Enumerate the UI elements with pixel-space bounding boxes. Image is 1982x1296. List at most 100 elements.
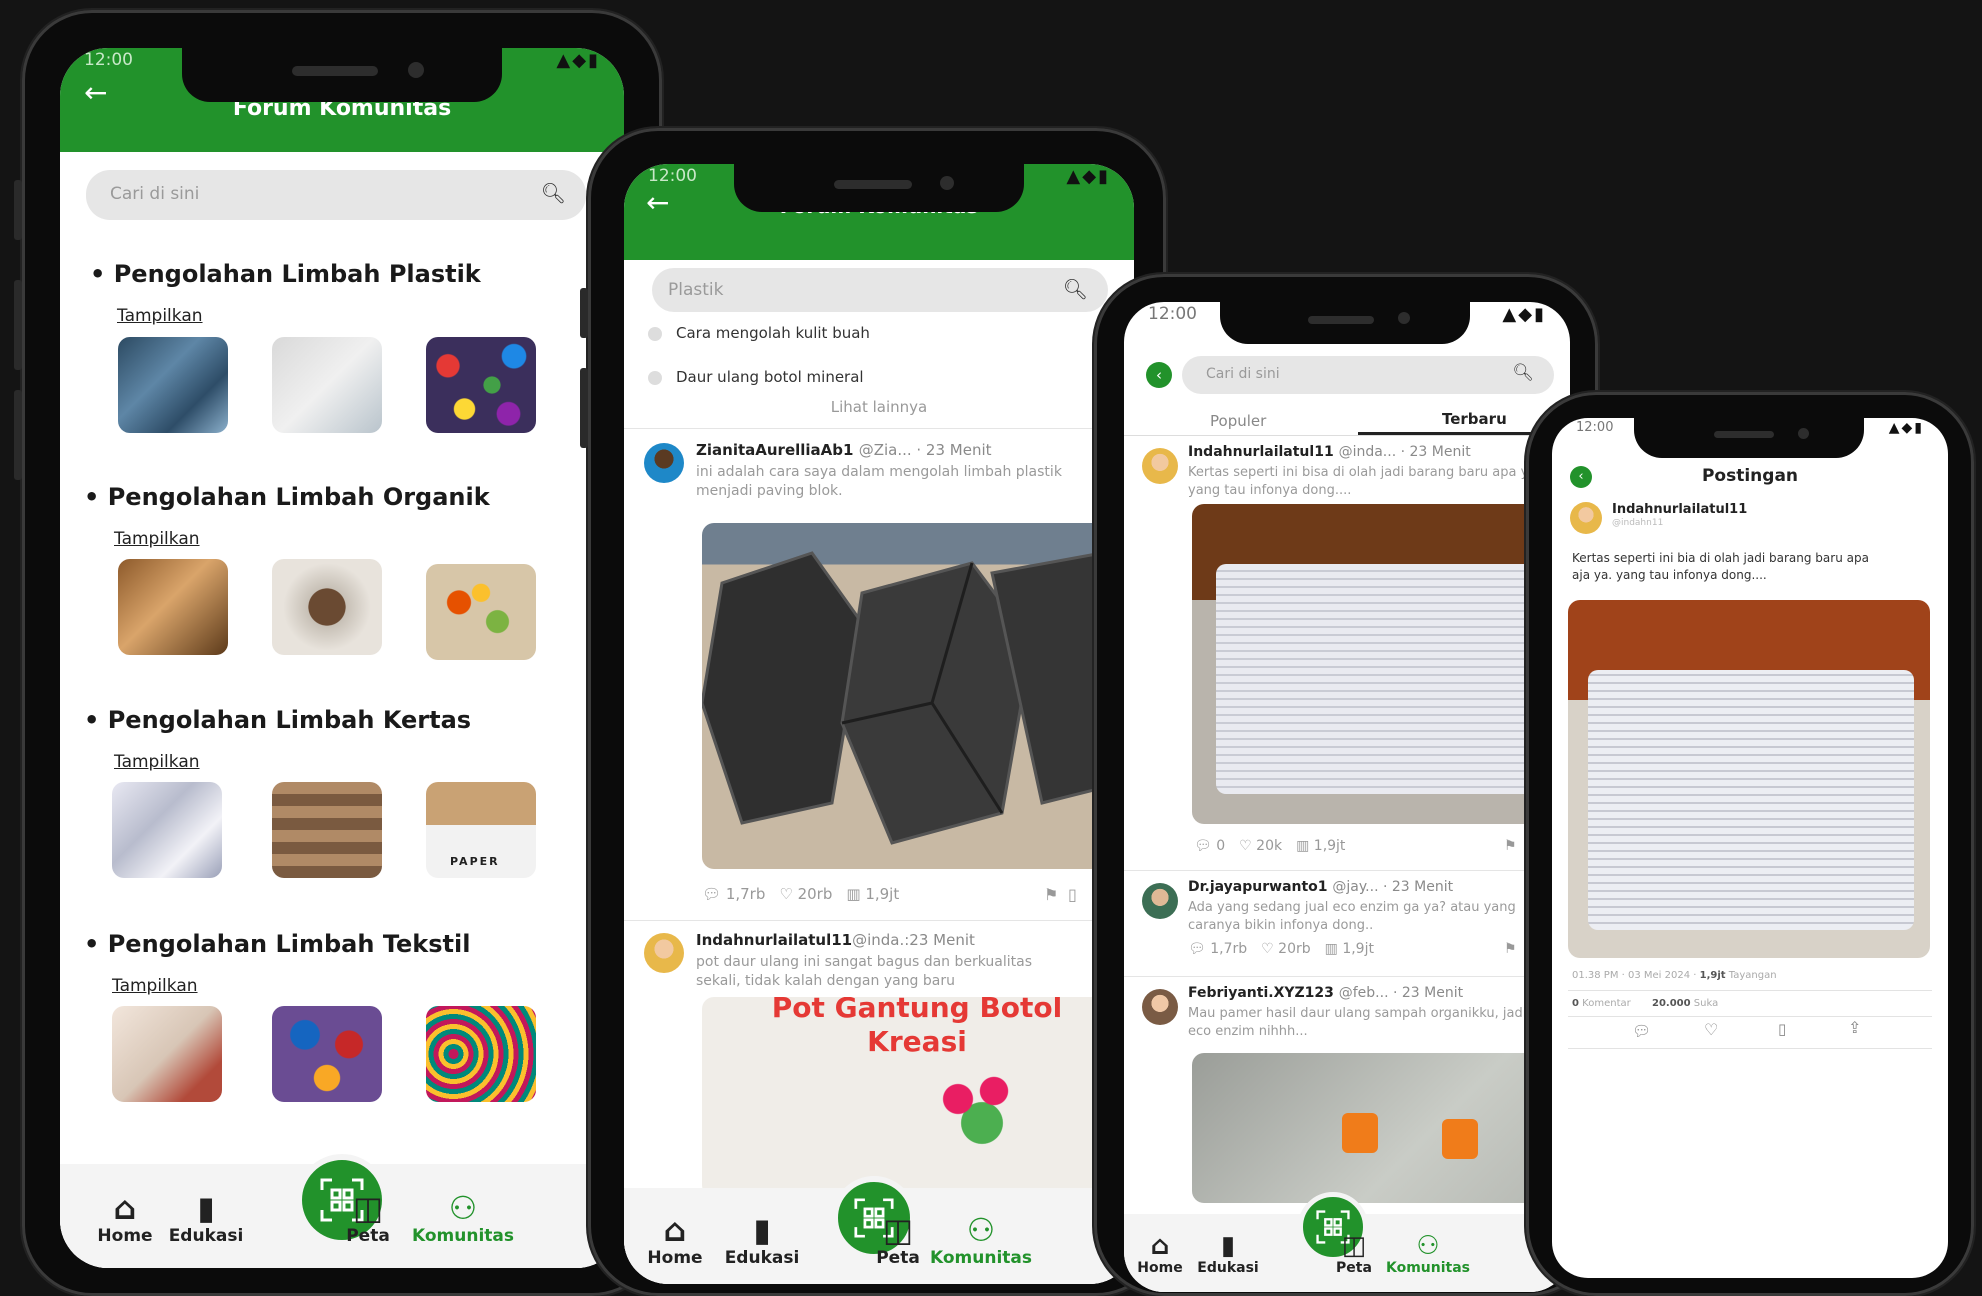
thumb-textile-pile[interactable]	[272, 1006, 382, 1102]
suggestion-item[interactable]: Daur ulang botol mineral×	[648, 368, 1114, 386]
show-tekstil-link[interactable]: Tampilkan	[112, 976, 198, 996]
thumb-textile-sewing[interactable]	[112, 1006, 222, 1102]
post-image-paper-stack[interactable]	[1568, 600, 1930, 958]
show-plastik-link[interactable]: Tampilkan	[117, 306, 203, 326]
view-count: ▥ 1,9jt	[1296, 838, 1346, 854]
like-count[interactable]: ♡ 20rb	[779, 885, 832, 903]
nav-peta[interactable]: ◫ Peta	[1324, 1232, 1384, 1276]
bookmark-icon[interactable]: ▯	[1068, 885, 1077, 904]
section-title-organik: • Pengolahan Limbah Organik	[84, 483, 490, 511]
avatar[interactable]	[1570, 502, 1602, 534]
phone-post-detail: 12:00 ▲◆▮ ‹ Postingan Indahnurlailatul11…	[1526, 392, 1974, 1296]
thumb-textile-rug[interactable]	[426, 1006, 536, 1102]
nav-komunitas[interactable]: ⚇ Komunitas	[408, 1190, 518, 1246]
search-input[interactable]: Cari di sini 🔍︎	[86, 170, 586, 220]
community-icon: ⚇	[1416, 1231, 1440, 1261]
section-title-kertas: • Pengolahan Limbah Kertas	[84, 706, 472, 734]
post-text: ini adalah cara saya dalam mengolah limb…	[696, 464, 1062, 499]
suggestion-item[interactable]: Cara mengolah kulit buah×	[648, 324, 1114, 342]
tab-terbaru[interactable]: Terbaru	[1442, 410, 1507, 428]
phone-notch	[1220, 302, 1470, 344]
post-card[interactable]: Indahnurlailatul11 @inda... · 23 Menit K…	[1124, 436, 1570, 862]
nav-komunitas[interactable]: ⚇ Komunitas	[1380, 1232, 1476, 1276]
section-title-tekstil: • Pengolahan Limbah Tekstil	[84, 930, 471, 958]
bottle-cap	[1442, 1119, 1478, 1159]
flag-icon[interactable]: ⚑	[1504, 838, 1517, 854]
nav-home[interactable]: ⌂ Home	[90, 1190, 160, 1246]
post-text: Mau pamer hasil daur ulang sampah organi…	[1188, 1006, 1527, 1039]
nav-home[interactable]: ⌂ Home	[640, 1212, 710, 1268]
bookmark-icon[interactable]: ▯	[1778, 1020, 1786, 1038]
thumb-paper-bin[interactable]: PAPER	[426, 782, 536, 878]
like-count[interactable]: ♡ 20rb	[1261, 941, 1310, 957]
back-button[interactable]: ‹	[1146, 362, 1172, 388]
flag-icon[interactable]: ⚑	[1504, 941, 1517, 957]
see-more-link[interactable]: Lihat lainnya	[624, 398, 1134, 416]
community-icon: ⚇	[448, 1189, 478, 1227]
thumb-organic-bowl[interactable]	[272, 559, 382, 655]
thumb-organic-scraps[interactable]	[426, 564, 536, 660]
post-author[interactable]: Febriyanti.XYZ123 @feb... · 23 Menit	[1188, 985, 1463, 1001]
search-input[interactable]: Cari di sini 🔍︎	[1182, 356, 1554, 394]
search-icon[interactable]: 🔍︎	[1512, 363, 1534, 383]
show-organik-link[interactable]: Tampilkan	[114, 529, 200, 549]
thumb-paper-bales[interactable]	[272, 782, 382, 878]
nav-edukasi[interactable]: ▮ Edukasi	[160, 1190, 252, 1246]
nav-home[interactable]: ⌂ Home	[1130, 1232, 1190, 1276]
post-card[interactable]: ZianitaAurelliaAb1 @Zia... · 23 Menit in…	[624, 428, 1134, 904]
avatar[interactable]	[644, 933, 684, 973]
search-icon[interactable]: 🔍︎	[1063, 277, 1088, 301]
status-time: 12:00	[648, 166, 697, 186]
post-image-eco-enzyme[interactable]	[1192, 1053, 1570, 1203]
thumb-paper-crumpled[interactable]	[112, 782, 222, 878]
post-author[interactable]: ZianitaAurelliaAb1 @Zia... · 23 Menit	[696, 441, 992, 459]
view-count: ▥ 1,9jt	[846, 885, 900, 903]
post-stats: 💬︎ 1,7rb ♡ 20rb ▥ 1,9jt	[702, 885, 899, 903]
comment-count[interactable]: 💬︎ 0	[1194, 838, 1225, 854]
post-author[interactable]: Dr.jayapurwanto1 @jay... · 23 Menit	[1188, 879, 1453, 895]
avatar[interactable]	[1142, 883, 1178, 919]
like-count[interactable]: ♡ 20k	[1239, 838, 1282, 854]
phone-forum-categories: ← Forum Komunitas 12:00 ▲◆▮ Cari di sini…	[14, 10, 662, 1296]
book-icon: ▮	[1220, 1231, 1236, 1261]
like-icon[interactable]: ♡	[1704, 1020, 1718, 1039]
post-image-pot[interactable]: Pot Gantung Botol Kreasi	[702, 997, 1122, 1197]
section-title-plastik: • Pengolahan Limbah Plastik	[90, 260, 481, 288]
nav-peta[interactable]: ◫ Peta	[328, 1190, 408, 1246]
nav-edukasi[interactable]: ▮ Edukasi	[1190, 1232, 1266, 1276]
comment-count[interactable]: 💬︎ 1,7rb	[1188, 941, 1247, 957]
nav-komunitas[interactable]: ⚇ Komunitas	[924, 1212, 1038, 1268]
thumb-plastic-bales[interactable]	[118, 337, 228, 433]
post-card[interactable]: Febriyanti.XYZ123 @feb... · 23 Menit Mau…	[1124, 976, 1570, 1203]
avatar[interactable]	[1142, 989, 1178, 1025]
tab-populer[interactable]: Populer	[1210, 412, 1266, 430]
avatar[interactable]	[644, 443, 684, 483]
paving-block-illustration	[702, 551, 1122, 845]
post-card[interactable]: Indahnurlailatul11@inda.:23 Menit pot da…	[624, 920, 1134, 1201]
thumb-organic-cutting[interactable]	[118, 559, 228, 655]
comment-icon[interactable]: 💬︎	[1632, 1022, 1651, 1040]
thumb-plastic-bag[interactable]	[272, 337, 382, 433]
post-author[interactable]: Indahnurlailatul11	[1612, 502, 1747, 517]
avatar[interactable]	[1142, 448, 1178, 484]
flag-icon[interactable]: ⚑	[1044, 885, 1058, 904]
post-image-paving-block[interactable]	[702, 523, 1122, 869]
home-icon: ⌂	[113, 1189, 137, 1227]
thumb-plastic-caps[interactable]	[426, 337, 536, 433]
status-time: 12:00	[84, 50, 133, 70]
search-icon[interactable]: 🔍︎	[541, 181, 566, 205]
post-image-paper-stack[interactable]	[1192, 504, 1570, 824]
post-author[interactable]: Indahnurlailatul11 @inda... · 23 Menit	[1188, 444, 1471, 460]
show-kertas-link[interactable]: Tampilkan	[114, 752, 200, 772]
post-author[interactable]: Indahnurlailatul11@inda.:23 Menit	[696, 931, 975, 949]
paper-stack	[1588, 670, 1914, 930]
share-icon[interactable]: ⇪	[1848, 1018, 1861, 1037]
map-icon: ◫	[1341, 1231, 1367, 1261]
nav-edukasi[interactable]: ▮ Edukasi	[720, 1212, 804, 1268]
status-icons: ▲◆▮	[1888, 420, 1924, 436]
post-stats: 💬︎ 1,7rb ♡ 20rb ▥ 1,9jt	[1188, 941, 1374, 957]
comment-count[interactable]: 💬︎ 1,7rb	[702, 885, 765, 903]
book-icon: ▮	[753, 1211, 771, 1249]
search-input[interactable]: Plastik 🔍︎	[652, 268, 1108, 312]
post-card[interactable]: Dr.jayapurwanto1 @jay... · 23 Menit Ada …	[1124, 870, 1570, 971]
